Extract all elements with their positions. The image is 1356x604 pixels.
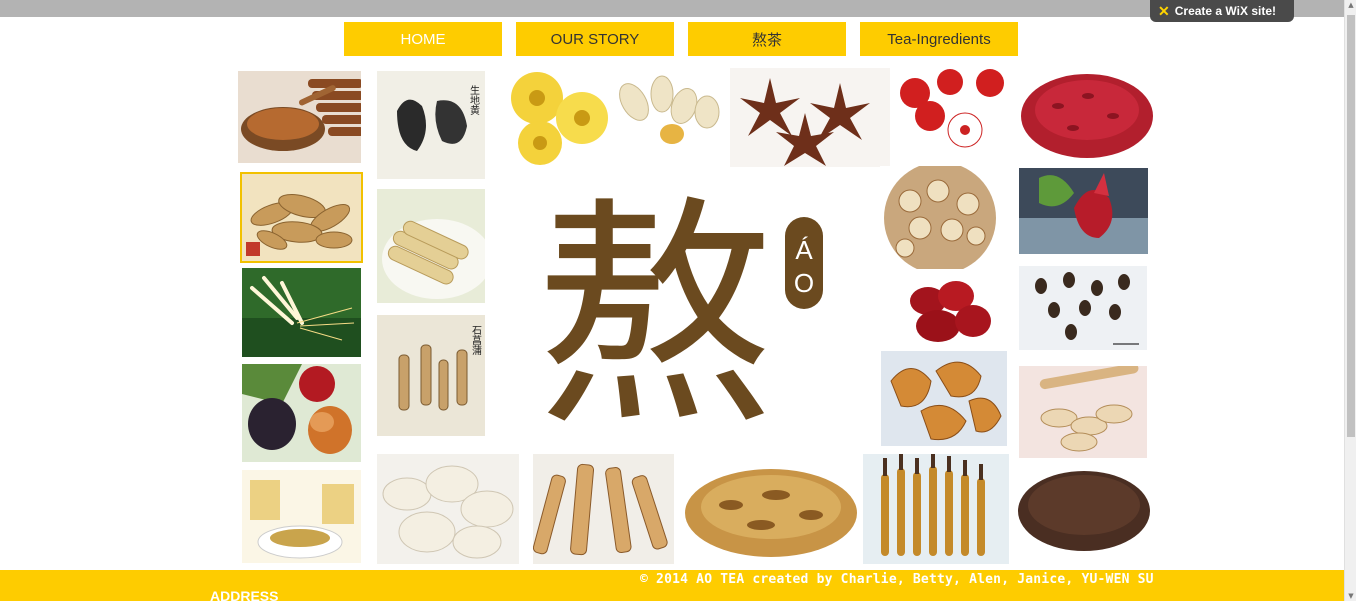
yam-sticks-image[interactable] xyxy=(377,189,485,303)
chrysanthemum-image[interactable] xyxy=(502,68,610,166)
white-peony-slices-image[interactable] xyxy=(377,454,519,564)
herb-label-sheng-di-huang: 生地黄 xyxy=(468,84,480,116)
scrollbar-thumb[interactable] xyxy=(1347,15,1355,437)
dried-mushroom-image[interactable] xyxy=(681,455,862,565)
scroll-up-icon[interactable]: ▲ xyxy=(1345,0,1356,10)
rehmannia-root-image[interactable]: 生地黄 xyxy=(377,71,485,179)
jujube-dates-image[interactable] xyxy=(898,276,998,350)
ginkgo-nuts-image[interactable] xyxy=(612,72,724,154)
nav-our-story[interactable]: OUR STORY xyxy=(516,22,674,56)
red-flower-image[interactable] xyxy=(1019,168,1148,254)
create-wix-site-banner[interactable]: ✕ Create a WiX site! xyxy=(1150,0,1294,22)
mulberry-image[interactable] xyxy=(242,364,361,462)
scroll-down-icon[interactable]: ▼ xyxy=(1345,591,1356,601)
honeysuckle-image[interactable] xyxy=(242,268,361,357)
footer-copyright: © 2014 AO TEA created by Charlie, Betty,… xyxy=(640,572,1154,587)
star-anise-image[interactable] xyxy=(730,68,890,167)
root-slices-image[interactable] xyxy=(533,454,674,564)
wix-banner-label: Create a WiX site! xyxy=(1174,4,1276,18)
goji-berries-image[interactable] xyxy=(1018,66,1156,162)
cinnamon-image[interactable] xyxy=(238,71,361,163)
top-bar xyxy=(0,0,1344,17)
acorus-root-image[interactable]: 石菖蒲 xyxy=(377,315,485,436)
dried-hawthorn-slices-image[interactable] xyxy=(880,166,1000,269)
logo-glyph: 熬 xyxy=(540,177,775,425)
nav-ao-cha[interactable]: 熬茶 xyxy=(688,22,846,56)
nav-tea-ingredients[interactable]: Tea-Ingredients xyxy=(860,22,1018,56)
buckwheat-seeds-image[interactable] xyxy=(1017,463,1151,554)
dried-fruit-peel-image[interactable] xyxy=(881,351,1007,446)
vertical-scrollbar[interactable]: ▲ ▼ xyxy=(1344,0,1356,601)
nav-home[interactable]: HOME xyxy=(344,22,502,56)
ginseng-slices-image[interactable] xyxy=(1019,366,1147,458)
hawthorn-berries-image[interactable] xyxy=(895,68,1009,159)
cordyceps-image[interactable] xyxy=(863,454,1009,564)
herb-slices-image[interactable] xyxy=(240,172,363,263)
honeysuckle-tea-image[interactable] xyxy=(242,470,361,563)
ao-tea-logo: 熬 Á O xyxy=(535,175,840,457)
logo-roman-top: Á xyxy=(795,235,813,265)
logo-roman-bottom: O xyxy=(794,268,814,298)
wix-logo-icon: ✕ xyxy=(1158,2,1170,19)
herb-label-shi-chang-pu: 石菖蒲 xyxy=(470,325,482,355)
seeds-image[interactable] xyxy=(1019,266,1147,350)
footer-address-heading: ADDRESS xyxy=(210,588,279,604)
